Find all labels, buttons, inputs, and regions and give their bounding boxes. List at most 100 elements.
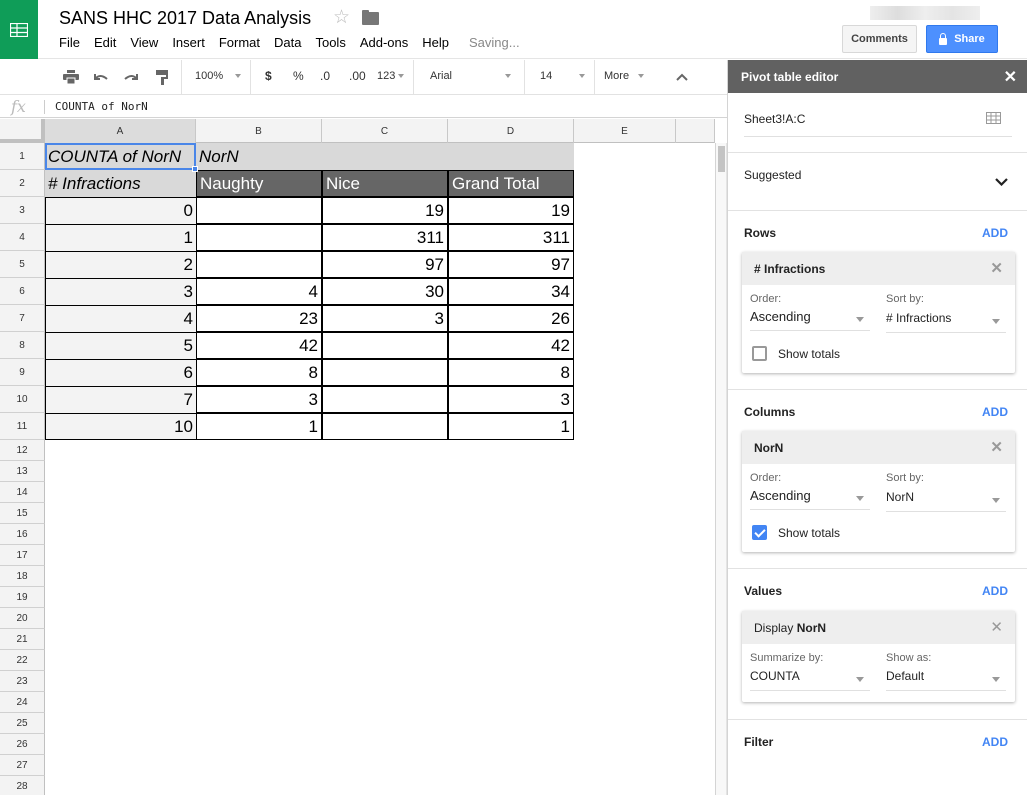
row-header-24[interactable]: 24: [0, 692, 45, 713]
pivot-value-cell[interactable]: [322, 413, 448, 440]
menu-tools[interactable]: Tools: [315, 35, 345, 50]
remove-field-icon[interactable]: ✕: [990, 618, 1003, 636]
account-info-blurred[interactable]: [870, 6, 980, 20]
pivot-value-cell[interactable]: [196, 197, 322, 224]
pivot-value-cell[interactable]: 311: [448, 224, 574, 251]
pivot-value-cell[interactable]: [322, 359, 448, 386]
pivot-value-cell[interactable]: 1: [448, 413, 574, 440]
values-add-button[interactable]: ADD: [982, 584, 1008, 598]
row-header-23[interactable]: 23: [0, 671, 45, 692]
undo-icon[interactable]: [92, 68, 110, 86]
increase-decimal-button[interactable]: .00: [349, 69, 366, 83]
menu-format[interactable]: Format: [219, 35, 260, 50]
order-select[interactable]: Ascending: [750, 309, 870, 331]
font-family-select[interactable]: Arial: [430, 70, 452, 82]
pivot-value-cell[interactable]: 34: [448, 278, 574, 305]
pivot-value-cell[interactable]: [196, 224, 322, 251]
columns-add-button[interactable]: ADD: [982, 405, 1008, 419]
menu-view[interactable]: View: [130, 35, 158, 50]
remove-field-icon[interactable]: ✕: [990, 438, 1003, 456]
row-header-19[interactable]: 19: [0, 587, 45, 608]
row-header-4[interactable]: 4: [0, 224, 45, 251]
pivot-row-label-cell[interactable]: 1: [45, 224, 196, 251]
pivot-row-label-cell[interactable]: 2: [45, 251, 196, 278]
show-as-select[interactable]: Default: [886, 669, 1006, 691]
pivot-value-cell[interactable]: 97: [448, 251, 574, 278]
row-header-2[interactable]: 2: [0, 170, 45, 197]
row-header-3[interactable]: 3: [0, 197, 45, 224]
formula-input[interactable]: COUNTA of NorN: [55, 100, 148, 113]
row-header-6[interactable]: 6: [0, 278, 45, 305]
number-format-select[interactable]: 123: [377, 70, 395, 82]
row-header-20[interactable]: 20: [0, 608, 45, 629]
row-header-18[interactable]: 18: [0, 566, 45, 587]
data-range-input[interactable]: Sheet3!A:C: [744, 112, 805, 126]
rows-add-button[interactable]: ADD: [982, 226, 1008, 240]
menu-file[interactable]: File: [59, 35, 80, 50]
column-header-f[interactable]: [676, 119, 715, 143]
sort-by-select[interactable]: NorN: [886, 490, 1006, 512]
row-header-8[interactable]: 8: [0, 332, 45, 359]
collapse-icon[interactable]: [673, 68, 691, 86]
document-title[interactable]: SANS HHC 2017 Data Analysis: [59, 8, 311, 29]
pivot-value-cell[interactable]: 3: [196, 386, 322, 413]
row-header-13[interactable]: 13: [0, 461, 45, 482]
columns-show-totals-checkbox[interactable]: [752, 525, 767, 540]
pivot-value-cell[interactable]: 3: [322, 305, 448, 332]
remove-field-icon[interactable]: ✕: [990, 259, 1003, 277]
row-header-5[interactable]: 5: [0, 251, 45, 278]
pivot-column-header-cell[interactable]: Naughty: [196, 170, 322, 197]
row-header-11[interactable]: 11: [0, 413, 45, 440]
row-header-28[interactable]: 28: [0, 776, 45, 795]
menu-help[interactable]: Help: [422, 35, 449, 50]
paint-format-icon[interactable]: [153, 68, 171, 86]
pivot-value-cell[interactable]: 97: [322, 251, 448, 278]
pivot-value-cell[interactable]: [196, 251, 322, 278]
decrease-decimal-button[interactable]: .0: [320, 69, 330, 83]
row-header-17[interactable]: 17: [0, 545, 45, 566]
row-header-26[interactable]: 26: [0, 734, 45, 755]
order-select[interactable]: Ascending: [750, 488, 870, 510]
summarize-by-select[interactable]: COUNTA: [750, 669, 870, 691]
vertical-scrollbar[interactable]: [715, 143, 727, 795]
suggested-section[interactable]: Suggested: [728, 153, 1027, 211]
redo-icon[interactable]: [122, 68, 140, 86]
close-icon[interactable]: ✕: [1004, 67, 1017, 87]
zoom-select[interactable]: 100%: [195, 70, 223, 82]
pivot-row-label-cell[interactable]: 10: [45, 413, 196, 440]
row-header-1[interactable]: 1: [0, 143, 45, 170]
print-icon[interactable]: [62, 68, 80, 86]
pivot-row-field-cell[interactable]: # Infractions: [45, 170, 196, 197]
menu-addons[interactable]: Add-ons: [360, 35, 408, 50]
comments-button[interactable]: Comments: [842, 25, 917, 53]
row-header-7[interactable]: 7: [0, 305, 45, 332]
star-icon[interactable]: ☆: [333, 6, 350, 29]
pivot-value-cell[interactable]: 4: [196, 278, 322, 305]
pivot-row-label-cell[interactable]: 5: [45, 332, 196, 359]
column-header-e[interactable]: E: [574, 119, 676, 143]
pivot-value-cell[interactable]: 19: [448, 197, 574, 224]
grid-select-icon[interactable]: [986, 111, 1001, 129]
row-header-12[interactable]: 12: [0, 440, 45, 461]
row-header-25[interactable]: 25: [0, 713, 45, 734]
pivot-column-field-cell[interactable]: NorN: [196, 143, 574, 170]
scrollbar-thumb[interactable]: [718, 146, 725, 172]
pivot-column-header-cell[interactable]: Grand Total: [448, 170, 574, 197]
pivot-value-cell[interactable]: 8: [448, 359, 574, 386]
pivot-value-cell[interactable]: 26: [448, 305, 574, 332]
pivot-value-cell[interactable]: 8: [196, 359, 322, 386]
pivot-value-cell[interactable]: 19: [322, 197, 448, 224]
pivot-value-cell[interactable]: [322, 332, 448, 359]
more-button[interactable]: More: [604, 70, 629, 82]
fill-handle[interactable]: [192, 166, 198, 172]
sheets-logo-icon[interactable]: [0, 0, 38, 59]
folder-icon[interactable]: [362, 10, 379, 25]
pivot-value-label-cell[interactable]: COUNTA of NorN: [45, 143, 196, 170]
pivot-row-label-cell[interactable]: 6: [45, 359, 196, 386]
pivot-value-cell[interactable]: 23: [196, 305, 322, 332]
row-header-9[interactable]: 9: [0, 359, 45, 386]
row-header-27[interactable]: 27: [0, 755, 45, 776]
pivot-column-header-cell[interactable]: Nice: [322, 170, 448, 197]
pivot-row-label-cell[interactable]: 3: [45, 278, 196, 305]
rows-show-totals-checkbox[interactable]: [752, 346, 767, 361]
